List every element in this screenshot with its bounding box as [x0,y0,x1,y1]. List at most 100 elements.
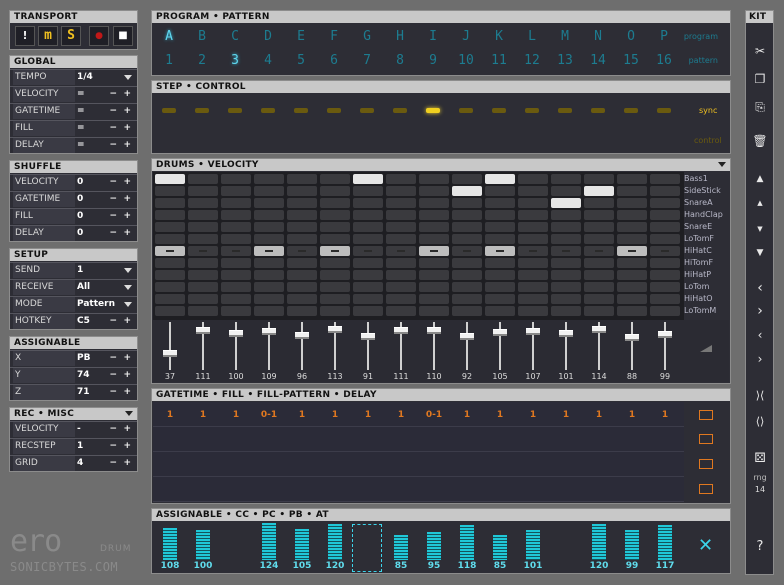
drum-cell[interactable] [386,258,416,268]
drum-cell[interactable] [221,258,251,268]
assignable-bar[interactable] [427,532,441,560]
drum-cell[interactable] [320,258,350,268]
recmisc-title[interactable]: REC • MISC [10,408,137,420]
shuffle-fill-value[interactable]: 0 [77,209,83,224]
drum-cell[interactable] [320,222,350,232]
program-button-m[interactable]: M [551,29,579,45]
gatetime-value[interactable]: 1 [452,410,482,420]
drum-label-hitomf[interactable]: HiTomF [684,257,713,269]
drum-cell[interactable] [320,210,350,220]
drum-cell[interactable] [485,222,515,232]
drum-cell[interactable] [155,306,185,316]
assignable-bar[interactable] [592,524,606,560]
drum-cell[interactable] [584,210,614,220]
drum-label-hihatc[interactable]: HiHatC [684,245,712,257]
plus-icon[interactable]: + [123,209,131,224]
program-button-a[interactable]: A [155,29,183,45]
minus-icon[interactable]: − [109,138,117,153]
minus-icon[interactable]: − [109,209,117,224]
drum-cell[interactable] [485,210,515,220]
step-led[interactable] [360,108,374,113]
drum-cell[interactable] [188,174,218,184]
step-led[interactable] [624,108,638,113]
drum-cell[interactable] [518,258,548,268]
program-button-j[interactable]: J [452,29,480,45]
solo-button[interactable]: S [61,26,81,46]
drum-cell[interactable] [650,246,680,256]
drum-cell[interactable] [155,270,185,280]
drum-cell[interactable] [650,186,680,196]
drum-cell[interactable] [518,282,548,292]
drum-cell[interactable] [221,210,251,220]
drum-cell[interactable] [584,198,614,208]
pattern-button-16[interactable]: 16 [650,53,678,69]
drum-cell[interactable] [452,282,482,292]
receive-value[interactable]: All [77,280,90,295]
drum-cell[interactable] [584,270,614,280]
hotkey-value[interactable]: C5 [77,314,90,329]
gatetime-value[interactable]: 1 [485,410,515,420]
assignable-bar[interactable] [460,525,474,560]
minus-icon[interactable]: − [109,456,117,471]
drum-cell[interactable] [650,282,680,292]
drum-cell[interactable] [419,294,449,304]
assignable-bar[interactable] [328,524,342,560]
close-icon[interactable]: ✕ [698,535,713,556]
assign-z-value[interactable]: 71 [77,385,90,400]
fader-knob[interactable] [592,326,606,333]
fader-knob[interactable] [361,333,375,341]
drum-cell[interactable] [650,234,680,244]
drum-cell[interactable] [551,234,581,244]
drum-cell[interactable] [617,198,647,208]
drum-cell[interactable] [584,222,614,232]
drum-cell[interactable] [584,258,614,268]
gatetime-value[interactable]: 1 [650,410,680,420]
arrow-down-icon[interactable]: ▼ [752,246,768,260]
gatetime-value[interactable]: 1 [287,410,317,420]
drum-label-hihato[interactable]: HiHatO [684,293,713,305]
step-led[interactable] [195,108,209,113]
pattern-button-2[interactable]: 2 [188,53,216,69]
drum-cell[interactable] [320,270,350,280]
gatetime-value[interactable]: 1 [353,410,383,420]
drum-cell[interactable] [188,222,218,232]
drum-cell[interactable] [485,198,515,208]
arrow-right-small-icon[interactable]: › [752,352,768,366]
delay-icon[interactable] [699,484,713,494]
gatetime-value[interactable]: 1 [221,410,251,420]
fader-knob[interactable] [559,330,573,337]
drum-cell[interactable] [419,198,449,208]
drum-cell[interactable] [518,234,548,244]
assignable-bar[interactable] [163,528,177,560]
chevron-down-icon[interactable] [718,162,726,167]
drum-cell[interactable] [518,270,548,280]
drum-cell[interactable] [155,210,185,220]
fader-knob[interactable] [196,327,210,335]
drum-cell[interactable] [353,222,383,232]
gatetime-value[interactable]: 0-1 [419,410,449,420]
pattern-button-9[interactable]: 9 [419,53,447,69]
step-led[interactable] [393,108,407,113]
fader-knob[interactable] [229,330,243,338]
drum-cell[interactable] [485,186,515,196]
drum-label-handclap[interactable]: HandClap [684,209,723,221]
drum-cell[interactable] [518,222,548,232]
program-button-b[interactable]: B [188,29,216,45]
program-button-k[interactable]: K [485,29,513,45]
minus-icon[interactable]: − [109,422,117,437]
tempo-row[interactable]: TEMPO 1/4 [10,69,137,85]
drum-cell[interactable] [452,174,482,184]
drum-cell[interactable] [386,306,416,316]
shuffle-delay-value[interactable]: 0 [77,226,83,241]
step-led[interactable] [492,108,506,113]
drum-cell[interactable] [188,234,218,244]
shrink-icon[interactable]: ⟩⟨ [752,389,768,403]
drum-cell[interactable] [419,210,449,220]
drum-cell[interactable] [254,258,284,268]
drum-cell[interactable] [221,294,251,304]
plus-icon[interactable]: + [123,456,131,471]
drum-cell[interactable] [452,234,482,244]
resize-icon[interactable] [700,345,712,352]
arrow-left-small-icon[interactable]: ‹ [752,328,768,342]
global-gatetime-value[interactable]: = [77,104,85,119]
